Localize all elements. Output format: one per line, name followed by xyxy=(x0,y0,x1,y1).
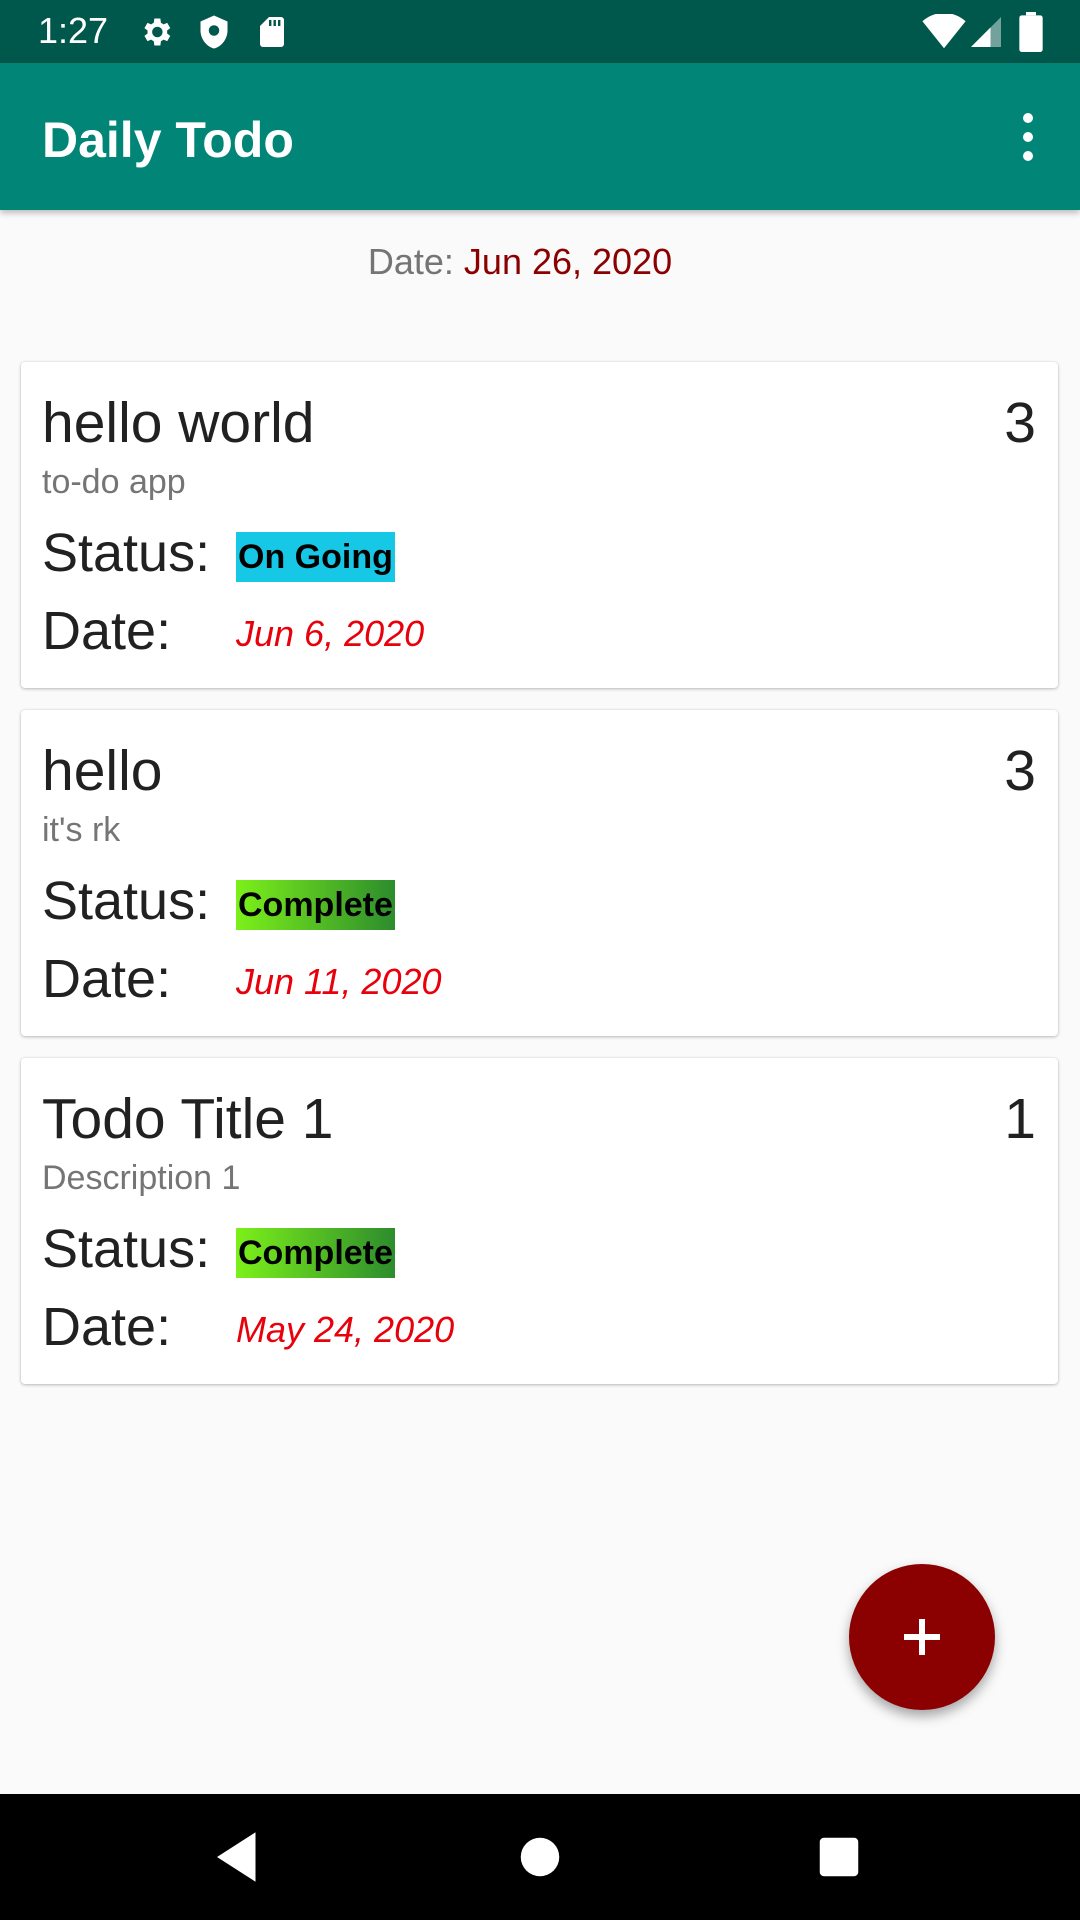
overflow-menu-button[interactable] xyxy=(998,107,1058,167)
signal-icon xyxy=(971,17,1001,47)
todo-title: Todo Title 1 xyxy=(42,1087,334,1151)
add-icon-stroke xyxy=(919,1619,925,1655)
todo-date-value: May 24, 2020 xyxy=(236,1309,455,1350)
todo-card[interactable]: hello world 3 to-do app Status: On Going… xyxy=(21,362,1058,688)
app-title: Daily Todo xyxy=(42,112,294,168)
shield-icon xyxy=(200,15,228,49)
current-date: Date: Jun 26, 2020 xyxy=(0,240,1040,284)
app-bar: Daily Todo xyxy=(0,63,1080,210)
todo-description: it's rk xyxy=(42,811,121,849)
todo-date-value: Jun 6, 2020 xyxy=(236,613,425,654)
todo-card[interactable]: Todo Title 1 1 Description 1 Status: Com… xyxy=(21,1058,1058,1384)
todo-description: Description 1 xyxy=(42,1159,241,1197)
todo-status-label: Status: xyxy=(42,871,211,931)
status-bar: 1:27 xyxy=(0,0,1080,63)
todo-date-label: Date: xyxy=(42,949,172,1009)
todo-status-badge: Complete xyxy=(236,880,395,930)
todo-status-label: Status: xyxy=(42,1219,211,1279)
back-icon[interactable] xyxy=(206,1824,272,1890)
recents-icon[interactable] xyxy=(806,1824,872,1890)
more-vert-icon-dot xyxy=(1023,132,1033,142)
sd-card-icon xyxy=(260,17,284,47)
todo-title: hello world xyxy=(42,391,315,455)
more-vert-icon xyxy=(1023,113,1033,123)
todo-count: 1 xyxy=(1004,1087,1036,1151)
todo-title: hello xyxy=(42,739,163,803)
more-vert-icon-dot xyxy=(1023,151,1033,161)
current-date-value: Jun 26, 2020 xyxy=(463,241,673,282)
battery-icon xyxy=(1019,12,1043,52)
todo-date-value: Jun 11, 2020 xyxy=(236,961,442,1002)
todo-description: to-do app xyxy=(42,463,186,501)
add-todo-button[interactable] xyxy=(849,1564,995,1710)
todo-count: 3 xyxy=(1004,391,1036,455)
wifi-icon xyxy=(922,14,966,49)
todo-status-badge: Complete xyxy=(236,1228,395,1278)
todo-date-label: Date: xyxy=(42,1297,172,1357)
navigation-bar xyxy=(0,1794,1080,1920)
todo-count: 3 xyxy=(1004,739,1036,803)
status-time: 1:27 xyxy=(38,10,109,51)
screen: 1:27 Daily Todo Date: Jun 26, 2020 hello… xyxy=(0,0,1080,1920)
home-icon[interactable] xyxy=(507,1824,573,1890)
todo-status-label: Status: xyxy=(42,523,211,583)
current-date-label: Date: xyxy=(367,241,464,282)
todo-date-label: Date: xyxy=(42,601,172,661)
todo-status-badge: On Going xyxy=(236,532,395,582)
settings-icon xyxy=(144,18,171,46)
todo-card[interactable]: hello 3 it's rk Status: Complete Date: J… xyxy=(21,710,1058,1036)
